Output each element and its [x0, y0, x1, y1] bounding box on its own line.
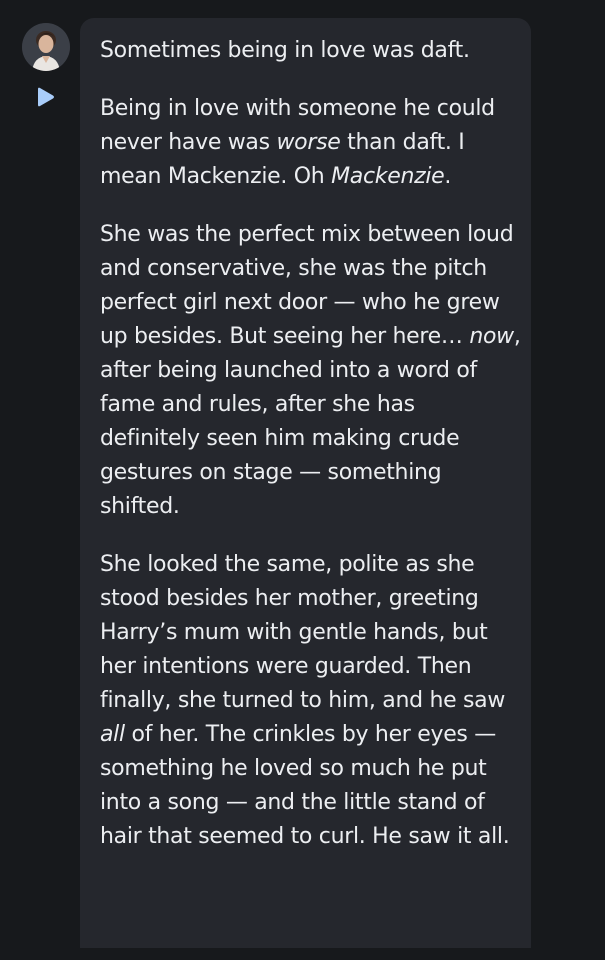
- avatar[interactable]: [22, 23, 70, 71]
- message-text: of her. The crinkles by her eyes — somet…: [100, 722, 510, 849]
- emphasized-text: worse: [276, 130, 341, 155]
- user-avatar-icon: [22, 23, 70, 71]
- play-button[interactable]: [34, 86, 56, 108]
- emphasized-text: Mackenzie: [331, 164, 445, 189]
- message-text: .: [444, 164, 452, 189]
- message-text: She was the perfect mix between loud and…: [100, 222, 514, 349]
- emphasized-text: now: [469, 324, 514, 349]
- message-text: She looked the same, polite as she stood…: [100, 552, 506, 713]
- play-icon: [38, 87, 54, 107]
- message-text: Sometimes being in love was daft.: [100, 38, 470, 63]
- message-bubble: Sometimes being in love was daft. Being i…: [80, 18, 531, 948]
- message-paragraph: She looked the same, polite as she stood…: [100, 548, 521, 854]
- message-paragraph: She was the perfect mix between loud and…: [100, 218, 521, 524]
- chat-screen: Sometimes being in love was daft. Being i…: [0, 0, 605, 960]
- emphasized-text: all: [100, 722, 125, 747]
- message-paragraph: Being in love with someone he could neve…: [100, 92, 521, 194]
- message-text: , after being launched into a word of fa…: [100, 324, 521, 519]
- message-paragraph: Sometimes being in love was daft.: [100, 34, 521, 68]
